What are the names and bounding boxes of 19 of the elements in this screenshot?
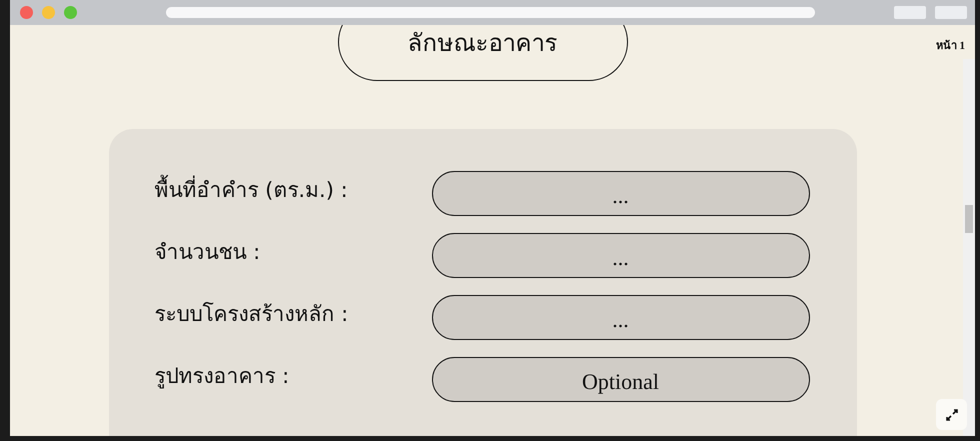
address-bar[interactable] bbox=[166, 7, 815, 18]
field-label: ระบบโครงสร้างหลัก : bbox=[154, 301, 350, 328]
close-icon[interactable] bbox=[20, 6, 33, 19]
input-field[interactable]: ... bbox=[432, 233, 810, 278]
maximize-icon[interactable] bbox=[64, 6, 77, 19]
toolbar-button[interactable] bbox=[894, 6, 926, 19]
expand-icon bbox=[944, 408, 958, 422]
input-field[interactable]: Optional bbox=[432, 357, 810, 402]
scrollbar[interactable] bbox=[963, 59, 975, 436]
section-title: ลักษณะอาคาร bbox=[338, 25, 628, 81]
field-label: รูปทรงอาคาร : bbox=[154, 363, 290, 390]
toolbar-button[interactable] bbox=[935, 6, 967, 19]
minimize-icon[interactable] bbox=[42, 6, 55, 19]
expand-button[interactable] bbox=[936, 399, 967, 430]
field-label: พื้นที่อำคำร (ตร.ม.) : bbox=[154, 171, 432, 206]
input-field[interactable]: ... bbox=[432, 171, 810, 216]
field-label: จำนวนชน : bbox=[154, 239, 262, 266]
page-number: หน้า 1 bbox=[936, 38, 965, 54]
input-field[interactable]: ... bbox=[432, 295, 810, 340]
